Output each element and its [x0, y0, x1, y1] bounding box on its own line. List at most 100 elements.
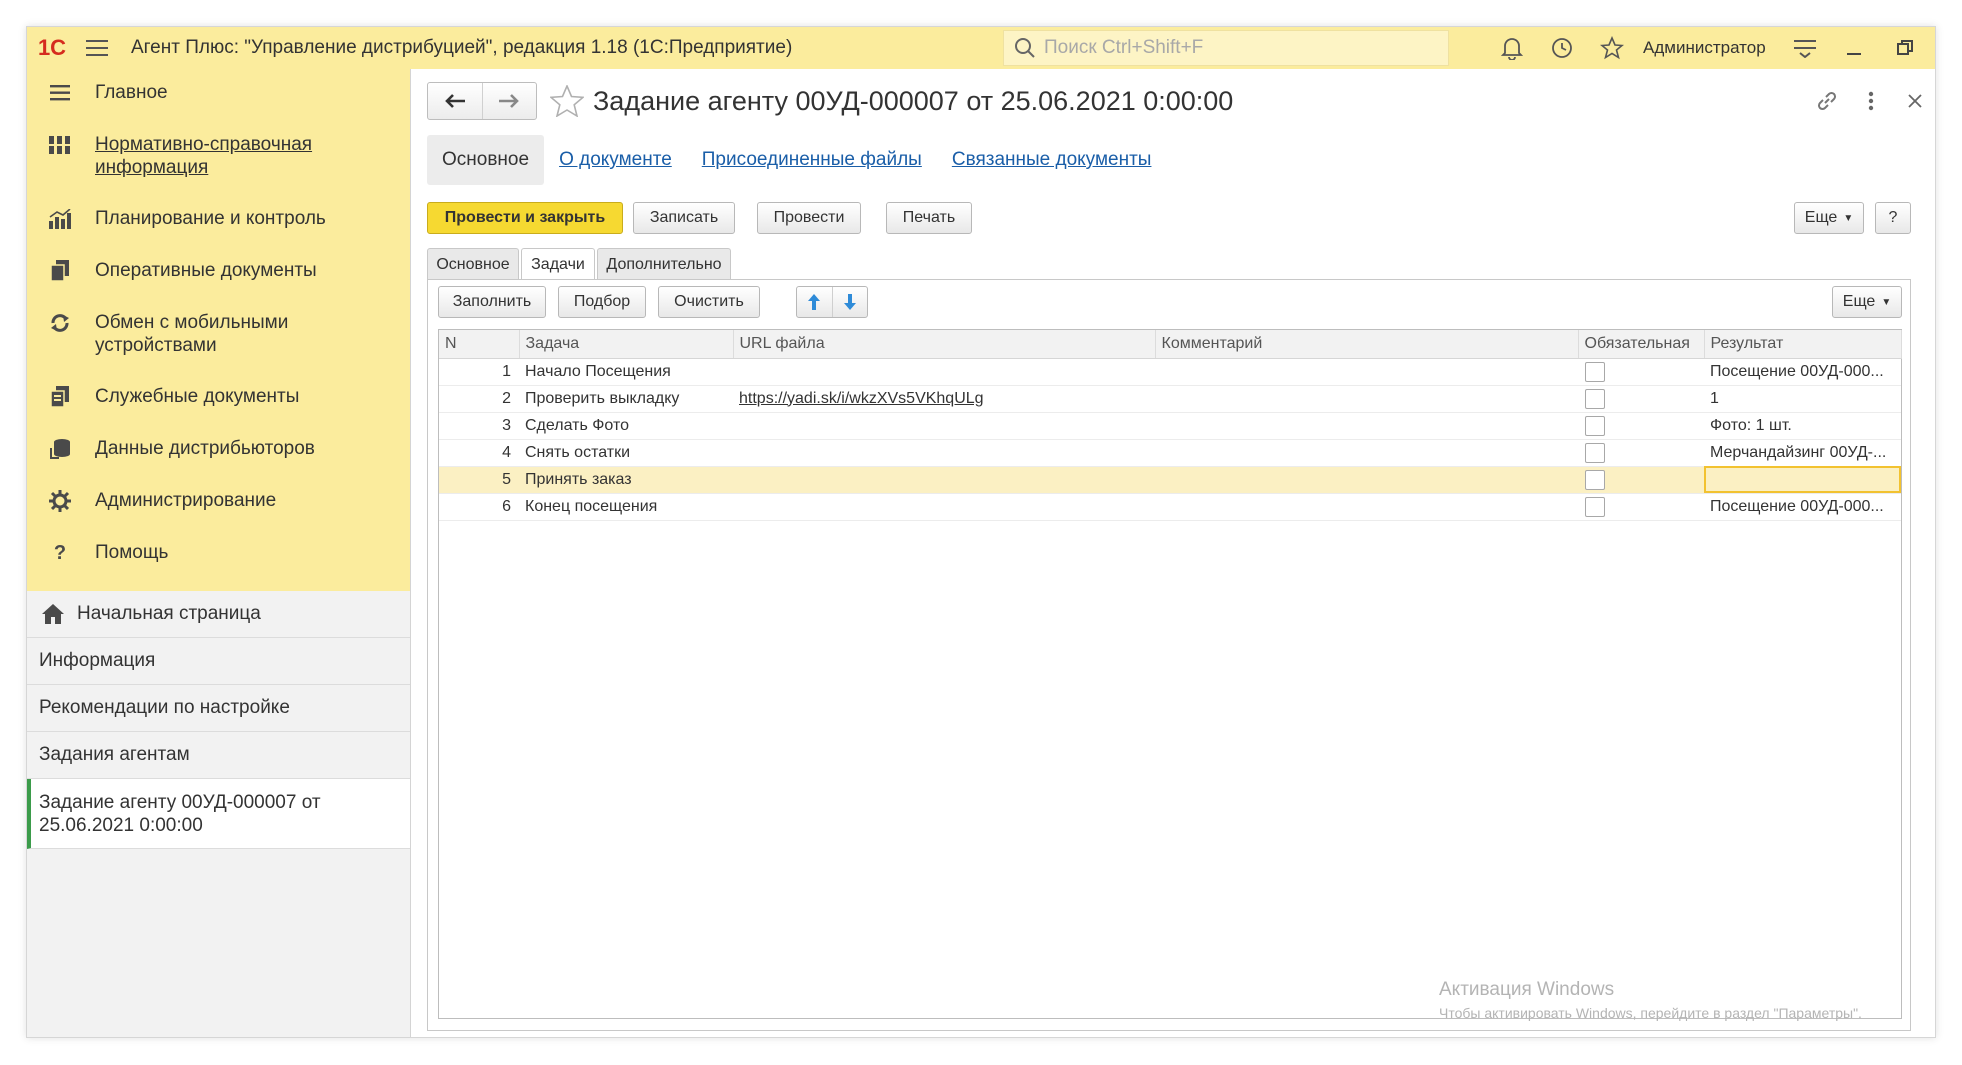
required-checkbox[interactable] — [1585, 496, 1605, 517]
cell-url[interactable] — [733, 412, 1155, 440]
settings-menu-icon[interactable] — [1780, 27, 1830, 69]
cell-comment[interactable] — [1155, 358, 1578, 386]
nav-current-document[interactable]: Задание агенту 00УД-000007 от 25.06.2021… — [27, 779, 410, 849]
nav-setup-recommendations[interactable]: Рекомендации по настройке — [27, 685, 410, 732]
search-input[interactable]: Поиск Ctrl+Shift+F — [1003, 30, 1449, 66]
cell-comment[interactable] — [1155, 439, 1578, 467]
cell-comment[interactable] — [1155, 466, 1578, 494]
nav-agent-tasks[interactable]: Задания агентам — [27, 732, 410, 779]
section-operational-docs[interactable]: Оперативные документы — [27, 251, 410, 303]
table-row[interactable]: 3 Сделать Фото Фото: 1 шт. — [439, 412, 1901, 440]
cell-result[interactable]: Посещение 00УД-000... — [1704, 493, 1901, 521]
required-checkbox[interactable] — [1585, 415, 1605, 436]
move-down-button[interactable] — [831, 287, 868, 317]
cell-url[interactable]: https://yadi.sk/i/wkzXVs5VKhqULg — [733, 385, 1155, 413]
section-label: Администрирование — [95, 490, 277, 511]
pick-button[interactable]: Подбор — [558, 286, 646, 318]
minimize-icon[interactable] — [1830, 27, 1880, 69]
nav-home-page[interactable]: Начальная страница — [27, 591, 410, 638]
cell-result-active[interactable] — [1704, 466, 1901, 494]
tab-related-documents[interactable]: Связанные документы — [937, 135, 1167, 185]
back-button[interactable] — [428, 83, 482, 119]
cell-url[interactable] — [733, 358, 1155, 386]
post-and-close-button[interactable]: Провести и закрыть — [427, 202, 623, 234]
cell-task[interactable]: Сделать Фото — [519, 412, 733, 440]
favorites-star-icon[interactable] — [1587, 27, 1637, 69]
bell-icon[interactable] — [1487, 27, 1537, 69]
cell-required — [1578, 466, 1704, 494]
print-button[interactable]: Печать — [886, 202, 972, 234]
section-distributor-data[interactable]: Данные дистрибьюторов — [27, 429, 410, 481]
cell-result[interactable]: Посещение 00УД-000... — [1704, 358, 1901, 386]
section-service-docs[interactable]: Служебные документы — [27, 377, 410, 429]
cell-result[interactable]: Фото: 1 шт. — [1704, 412, 1901, 440]
cell-result[interactable]: Мерчандайзинг 00УД-... — [1704, 439, 1901, 467]
document-tabs: Основное О документе Присоединенные файл… — [427, 135, 1166, 185]
more-vertical-icon[interactable] — [1849, 83, 1893, 119]
table-row[interactable]: 4 Снять остатки Мерчандайзинг 00УД-... — [439, 439, 1901, 467]
nav-information[interactable]: Информация — [27, 638, 410, 685]
section-administration[interactable]: Администрирование — [27, 481, 410, 533]
tasks-toolbar: Заполнить Подбор Очистить Еще ▼ — [438, 286, 1902, 318]
required-checkbox[interactable] — [1585, 388, 1605, 409]
fill-button[interactable]: Заполнить — [438, 286, 546, 318]
titlebar-icons: Администратор — [1487, 27, 1935, 69]
tab-inner-tasks[interactable]: Задачи — [521, 248, 595, 281]
bar-chart-icon — [45, 207, 75, 231]
chevron-down-icon: ▼ — [1881, 296, 1892, 308]
required-checkbox[interactable] — [1585, 361, 1605, 382]
section-main[interactable]: Главное — [27, 73, 410, 125]
cell-task[interactable]: Конец посещения — [519, 493, 733, 521]
col-url[interactable]: URL файла — [733, 330, 1156, 359]
cell-comment[interactable] — [1155, 493, 1578, 521]
section-reference-info[interactable]: Нормативно-справочная информация — [27, 125, 410, 199]
cell-url[interactable] — [733, 466, 1155, 494]
col-n[interactable]: N — [439, 330, 520, 359]
cell-n: 3 — [439, 412, 519, 440]
tab-attached-files[interactable]: Присоединенные файлы — [687, 135, 937, 185]
col-result[interactable]: Результат — [1704, 330, 1902, 359]
restore-icon[interactable] — [1880, 27, 1930, 69]
move-up-button[interactable] — [797, 287, 832, 317]
tab-inner-main[interactable]: Основное — [427, 248, 519, 280]
main-menu-icon[interactable] — [77, 27, 117, 69]
forward-button[interactable] — [481, 83, 537, 119]
cell-task[interactable]: Начало Посещения — [519, 358, 733, 386]
section-planning[interactable]: Планирование и контроль — [27, 199, 410, 251]
cell-url[interactable] — [733, 439, 1155, 467]
required-checkbox[interactable] — [1585, 469, 1605, 490]
table-row-selected[interactable]: 5 Принять заказ — [439, 466, 1901, 494]
cell-comment[interactable] — [1155, 385, 1578, 413]
col-required[interactable]: Обязательная — [1578, 330, 1705, 359]
close-form-icon[interactable] — [1893, 83, 1935, 119]
col-comment[interactable]: Комментарий — [1155, 330, 1579, 359]
link-icon[interactable] — [1805, 83, 1849, 119]
cell-n: 2 — [439, 385, 519, 413]
clear-button[interactable]: Очистить — [658, 286, 760, 318]
table-row[interactable]: 1 Начало Посещения Посещение 00УД-000... — [439, 358, 1901, 386]
cell-task[interactable]: Принять заказ — [519, 466, 733, 494]
tasks-more-button[interactable]: Еще ▼ — [1832, 286, 1902, 318]
cell-result[interactable]: 1 — [1704, 385, 1901, 413]
close-window-icon[interactable] — [1930, 27, 1935, 69]
required-checkbox[interactable] — [1585, 442, 1605, 463]
tab-main[interactable]: Основное — [427, 135, 545, 185]
tab-inner-additional[interactable]: Дополнительно — [597, 248, 731, 280]
save-button[interactable]: Записать — [633, 202, 735, 234]
cell-task[interactable]: Проверить выкладку — [519, 385, 733, 413]
col-task[interactable]: Задача — [519, 330, 734, 359]
history-icon[interactable] — [1537, 27, 1587, 69]
section-mobile-exchange[interactable]: Обмен с мобильными устройствами — [27, 303, 410, 377]
cell-url[interactable] — [733, 493, 1155, 521]
help-button[interactable]: ? — [1875, 202, 1911, 234]
table-row[interactable]: 6 Конец посещения Посещение 00УД-000... — [439, 493, 1901, 521]
favorite-star-icon[interactable] — [549, 83, 585, 119]
table-row[interactable]: 2 Проверить выкладку https://yadi.sk/i/w… — [439, 385, 1901, 413]
cell-task[interactable]: Снять остатки — [519, 439, 733, 467]
section-help[interactable]: ? Помощь — [27, 533, 410, 585]
tab-about-document[interactable]: О документе — [544, 135, 687, 185]
user-name[interactable]: Администратор — [1643, 38, 1766, 58]
more-button[interactable]: Еще ▼ — [1794, 202, 1864, 234]
post-button[interactable]: Провести — [757, 202, 861, 234]
cell-comment[interactable] — [1155, 412, 1578, 440]
